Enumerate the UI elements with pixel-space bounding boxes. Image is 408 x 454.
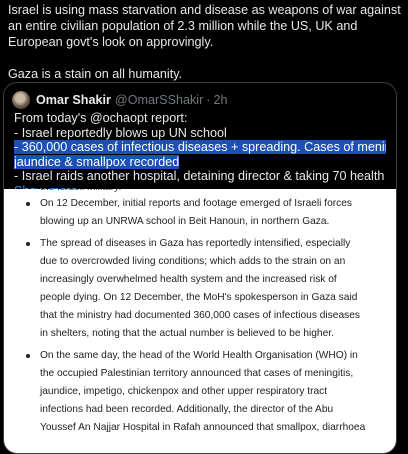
quoted-tweet-card[interactable]: Omar Shakir @OmarSShakir · 2h From today… bbox=[3, 82, 397, 454]
quote-line-highlighted: jaundice & smallpox recorded bbox=[14, 154, 386, 170]
report-bullet: The spread of diseases in Gaza has repor… bbox=[26, 235, 370, 343]
quote-line: - Israel reportedly blows up UN school bbox=[14, 125, 227, 140]
quoted-tweet-header: Omar Shakir @OmarSShakir · 2h bbox=[12, 91, 228, 109]
tweet-line: approvingly. bbox=[146, 35, 214, 49]
tweet-paragraph-2: Gaza is a stain on all humanity. bbox=[8, 67, 183, 81]
tweet-text: Israel is using mass starvation and dise… bbox=[8, 2, 404, 82]
author-name[interactable]: Omar Shakir bbox=[36, 93, 111, 107]
quoted-tweet-body: From today's @ochaopt report: - Israel r… bbox=[14, 111, 386, 199]
avatar[interactable] bbox=[12, 91, 30, 109]
selection-highlight: jaundice & smallpox recorded bbox=[14, 154, 180, 169]
report-bullet-list: On 12 December, initial reports and foot… bbox=[26, 195, 370, 441]
report-bullet: On the same day, the head of the World H… bbox=[26, 347, 370, 437]
quote-line: From today's @ochaopt report: bbox=[14, 111, 188, 125]
quote-line-highlighted: - 360,000 cases of infectious diseases +… bbox=[14, 140, 386, 155]
report-bullet: On 12 December, initial reports and foot… bbox=[26, 195, 370, 231]
author-handle[interactable]: @OmarSShakir bbox=[115, 93, 203, 107]
post-time[interactable]: 2h bbox=[213, 93, 227, 107]
separator-dot: · bbox=[206, 93, 211, 107]
selection-highlight: - 360,000 cases of infectious diseases +… bbox=[14, 140, 386, 155]
attached-report-image[interactable]: the Israeli military. On 12 December, in… bbox=[4, 189, 396, 453]
quote-line: - Israel raids another hospital, detaini… bbox=[14, 169, 386, 184]
tweet-paragraph-1: Israel is using mass starvation and dise… bbox=[8, 2, 404, 50]
